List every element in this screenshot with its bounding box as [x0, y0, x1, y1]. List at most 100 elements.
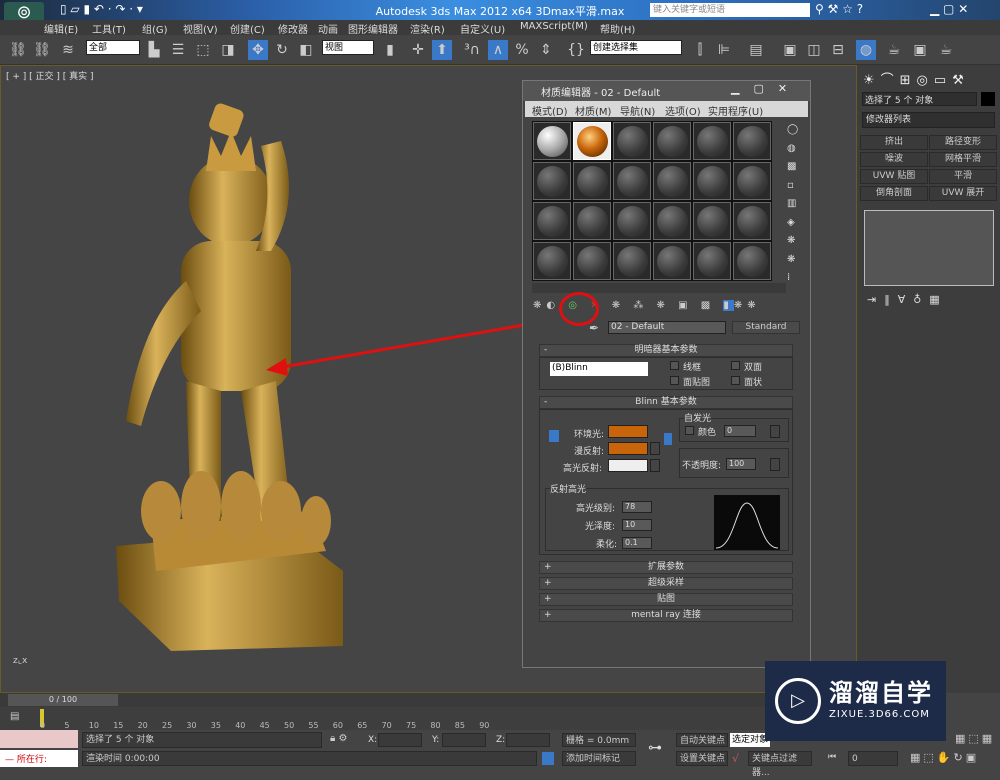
selection-filter-dropdown[interactable]: 全部	[86, 40, 140, 55]
menu-maxscript[interactable]: MAXScript(M)	[520, 21, 588, 32]
opacity-map-button[interactable]	[770, 458, 780, 471]
mirror-icon[interactable]: ⫿	[690, 40, 710, 60]
material-slot[interactable]	[693, 162, 731, 200]
material-slot[interactable]	[573, 162, 611, 200]
window-crossing-icon[interactable]: ◨	[218, 40, 238, 60]
modifier-button[interactable]: 挤出	[860, 135, 928, 150]
menu-views[interactable]: 视图(V)	[183, 21, 218, 36]
zoom-nav-icons[interactable]: ▦⬚▦	[955, 732, 995, 745]
diffuse-color-swatch[interactable]	[608, 442, 648, 455]
viewport-label[interactable]: [ + ] [ 正交 ] [ 真实 ]	[6, 69, 94, 82]
menu-material[interactable]: 材质(M)	[575, 103, 611, 118]
specular-color-swatch[interactable]	[608, 459, 648, 472]
rollout-maps[interactable]: + 贴图	[539, 593, 793, 606]
self-illum-color-checkbox[interactable]	[685, 426, 694, 435]
eyedropper-icon[interactable]: ✒	[589, 321, 599, 335]
layer-manager-icon[interactable]: ▤	[746, 40, 766, 60]
material-slot[interactable]	[613, 122, 651, 160]
menu-rendering[interactable]: 渲染(R)	[410, 21, 445, 36]
opacity-spinner[interactable]: 100	[726, 458, 756, 470]
set-key-button[interactable]: 设置关键点	[676, 751, 728, 766]
viewport-nav-icons[interactable]: ▦⬚✋↻▣	[910, 751, 979, 764]
percent-snap-icon[interactable]: %	[512, 40, 532, 60]
edit-named-selection-icon[interactable]: {}	[566, 40, 586, 60]
stack-tools-icons[interactable]: ⇥‖∀♁▦	[867, 293, 948, 306]
move-icon[interactable]: ✥	[248, 40, 268, 60]
rect-selection-icon[interactable]: ⬚	[193, 40, 213, 60]
auto-key-button[interactable]: 自动关键点	[676, 733, 728, 747]
material-slot[interactable]	[733, 242, 771, 280]
modifier-button[interactable]: 倒角剖面	[860, 186, 928, 201]
material-editor-icon[interactable]: ◍	[856, 40, 876, 60]
specular-map-button[interactable]	[650, 459, 660, 472]
scale-icon[interactable]: ◧	[296, 40, 316, 60]
shader-dropdown[interactable]: (B)Blinn	[550, 362, 648, 376]
keyboard-shortcut-icon[interactable]: ⬆	[432, 40, 452, 60]
material-slot[interactable]	[573, 202, 611, 240]
menu-edit[interactable]: 编辑(E)	[44, 21, 78, 36]
ambient-color-swatch[interactable]	[608, 425, 648, 438]
current-frame-field[interactable]: 0	[848, 751, 898, 766]
select-by-name-icon[interactable]: ☰	[168, 40, 188, 60]
material-name-field[interactable]: 02 - Default	[608, 321, 726, 334]
rotate-icon[interactable]: ↻	[272, 40, 292, 60]
menu-modes[interactable]: 模式(D)	[532, 103, 568, 118]
menu-animation[interactable]: 动画	[318, 21, 338, 36]
modifier-stack[interactable]	[864, 210, 994, 286]
diffuse-map-button[interactable]	[650, 442, 660, 455]
statue-model[interactable]	[111, 101, 351, 691]
menu-graph-editors[interactable]: 图形编辑器	[348, 21, 398, 36]
window-controls[interactable]: ▁▢✕	[731, 82, 801, 95]
x-coord-field[interactable]	[378, 733, 422, 747]
two-sided-checkbox[interactable]	[731, 361, 740, 370]
menu-help[interactable]: 帮助(H)	[600, 21, 635, 36]
menu-create[interactable]: 创建(C)	[230, 21, 265, 36]
key-icon[interactable]: ⊶	[648, 740, 662, 756]
time-tag-icon[interactable]	[542, 752, 554, 765]
rendered-frame-icon[interactable]: ▣	[910, 40, 930, 60]
material-slot[interactable]	[733, 162, 771, 200]
modifier-button[interactable]: 网格平滑	[929, 152, 997, 167]
render-icon[interactable]: ☕	[936, 40, 956, 60]
graphite-icon[interactable]: ▣	[780, 40, 800, 60]
material-slot[interactable]	[573, 122, 611, 160]
timeline-ruler[interactable]: ▤ 0 5 10 15 20 25 30 35 40 45 50 55 60 65 70 75 80 85 90	[0, 707, 857, 730]
maxscript-line[interactable]: — 所在行:	[0, 750, 78, 767]
search-input[interactable]: 键入关键字或短语	[650, 3, 810, 17]
wire-checkbox[interactable]	[670, 361, 679, 370]
pivot-icon[interactable]: ▮	[380, 40, 400, 60]
key-filters-button[interactable]: 关键点过滤器...	[748, 751, 812, 778]
material-slot[interactable]	[653, 202, 691, 240]
material-slot[interactable]	[693, 122, 731, 160]
curve-editor-icon[interactable]: ◫	[804, 40, 824, 60]
material-slot[interactable]	[533, 202, 571, 240]
object-name-field[interactable]: 选择了 5 个 对象	[862, 92, 977, 106]
menu-utilities[interactable]: 实用程序(U)	[708, 103, 763, 118]
rollout-supersampling[interactable]: + 超级采样	[539, 577, 793, 590]
glossiness-spinner[interactable]: 10	[622, 519, 652, 531]
material-type-button[interactable]: Standard	[732, 321, 800, 334]
rollout-mental-ray[interactable]: + mental ray 连接	[539, 609, 793, 622]
material-slot[interactable]	[533, 242, 571, 280]
reference-coord-dropdown[interactable]: 视图	[322, 40, 374, 55]
help-icons[interactable]: ⚲ ⚒ ☆ ?	[815, 2, 863, 16]
maxscript-listener[interactable]	[0, 730, 78, 748]
modifier-button[interactable]: UVW 贴图	[860, 169, 928, 184]
material-slot[interactable]	[533, 162, 571, 200]
lock-selection-icon[interactable]: 🔒︎ ⚙	[330, 733, 347, 744]
y-coord-field[interactable]	[442, 733, 486, 747]
object-color-swatch[interactable]	[981, 92, 995, 106]
spinner-snap-icon[interactable]: ⇕	[536, 40, 556, 60]
faceted-checkbox[interactable]	[731, 376, 740, 385]
blinn-rollout-header[interactable]: - Blinn 基本参数	[539, 396, 793, 409]
snap-toggle-icon[interactable]: ³∩	[462, 40, 482, 60]
modifier-button[interactable]: UVW 展开	[929, 186, 997, 201]
rollout-extended-params[interactable]: + 扩展参数	[539, 561, 793, 574]
material-slot[interactable]	[613, 202, 651, 240]
menu-options[interactable]: 选项(O)	[665, 103, 701, 118]
menu-tools[interactable]: 工具(T)	[92, 21, 126, 36]
menu-customize[interactable]: 自定义(U)	[460, 21, 505, 36]
modifier-button[interactable]: 噪波	[860, 152, 928, 167]
slot-scrollbar[interactable]	[532, 283, 786, 293]
track-bar-icon[interactable]: ▤	[10, 711, 19, 722]
